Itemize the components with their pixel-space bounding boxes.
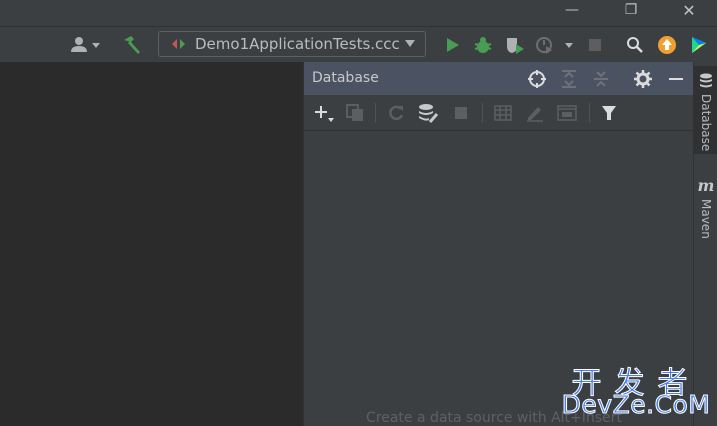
- add-icon: [315, 106, 334, 122]
- add-data-source-button[interactable]: [312, 102, 336, 124]
- duplicate-icon: [346, 104, 363, 121]
- debug-button[interactable]: [472, 34, 494, 56]
- search-button[interactable]: [624, 34, 646, 56]
- editor-area[interactable]: [0, 62, 304, 426]
- tab-maven-label: Maven: [699, 199, 713, 239]
- gear-icon: [634, 70, 652, 88]
- crosshair-icon: [528, 70, 546, 88]
- filter-button[interactable]: [598, 102, 620, 124]
- watermark-latin: DevZe.CoM: [561, 390, 711, 420]
- stop-icon: [589, 39, 601, 51]
- close-button[interactable]: ✕: [669, 0, 709, 20]
- tab-database-label: Database: [699, 94, 713, 152]
- sync-schema-icon: [419, 104, 439, 123]
- update-icon: [658, 36, 676, 54]
- edit-icon: [527, 107, 543, 122]
- search-icon: [627, 37, 643, 53]
- duplicate-button[interactable]: [344, 102, 366, 124]
- debug-icon: [474, 37, 492, 53]
- watermark: 开发者 DevZe.CoM: [558, 358, 714, 424]
- run-button[interactable]: [441, 34, 463, 56]
- coverage-button[interactable]: [503, 34, 527, 56]
- minimize-button[interactable]: —: [552, 0, 592, 20]
- console-button[interactable]: [556, 102, 578, 124]
- tab-database[interactable]: Database: [694, 66, 717, 154]
- chevron-down-icon: [405, 40, 415, 47]
- stop-query-button[interactable]: [450, 102, 472, 124]
- toolbox-icon: [692, 37, 706, 53]
- restore-button[interactable]: ❐: [611, 0, 651, 20]
- run-configuration-label: Demo1ApplicationTests.ccc: [195, 35, 400, 53]
- build-hammer-icon: [124, 36, 140, 54]
- profile-icon: [536, 37, 573, 54]
- coverage-icon: [507, 38, 524, 54]
- console-icon: [557, 105, 577, 121]
- run-configuration-select[interactable]: Demo1ApplicationTests.ccc: [158, 31, 426, 57]
- maven-icon: m: [697, 176, 715, 195]
- toolbox-button[interactable]: [688, 34, 710, 56]
- run-config-icon: [172, 39, 185, 49]
- build-button[interactable]: [120, 33, 144, 57]
- run-icon: [447, 38, 459, 52]
- title-bar: — ❐ ✕: [0, 0, 717, 26]
- database-panel-toolbar: [304, 95, 693, 131]
- user-button[interactable]: [66, 34, 104, 56]
- collapse-all-icon: [594, 71, 608, 87]
- hide-icon: [669, 78, 683, 80]
- main-toolbar: Demo1ApplicationTests.ccc: [0, 26, 717, 62]
- refresh-button[interactable]: [385, 102, 407, 124]
- expand-all-icon: [562, 70, 576, 88]
- database-panel-header: Database: [304, 62, 693, 95]
- hide-panel-button[interactable]: [665, 68, 687, 90]
- expand-all-button[interactable]: [558, 68, 580, 90]
- table-editor-button[interactable]: [492, 102, 514, 124]
- profile-button[interactable]: [533, 34, 577, 56]
- locate-button[interactable]: [526, 68, 548, 90]
- separator: [620, 69, 621, 89]
- separator: [589, 103, 590, 123]
- collapse-all-button[interactable]: [590, 68, 612, 90]
- separator: [375, 103, 376, 123]
- edit-button[interactable]: [524, 102, 546, 124]
- separator: [482, 103, 483, 123]
- stop-icon: [455, 107, 467, 119]
- filter-icon: [602, 106, 616, 120]
- panel-title: Database: [312, 70, 379, 86]
- database-icon: [700, 73, 712, 88]
- settings-button[interactable]: [632, 68, 654, 90]
- user-icon: [71, 37, 100, 52]
- update-button[interactable]: [656, 34, 678, 56]
- refresh-icon: [389, 105, 404, 121]
- stop-button[interactable]: [584, 34, 606, 56]
- sync-schema-button[interactable]: [416, 102, 440, 124]
- table-icon: [494, 105, 512, 121]
- tab-maven[interactable]: m Maven: [694, 176, 717, 248]
